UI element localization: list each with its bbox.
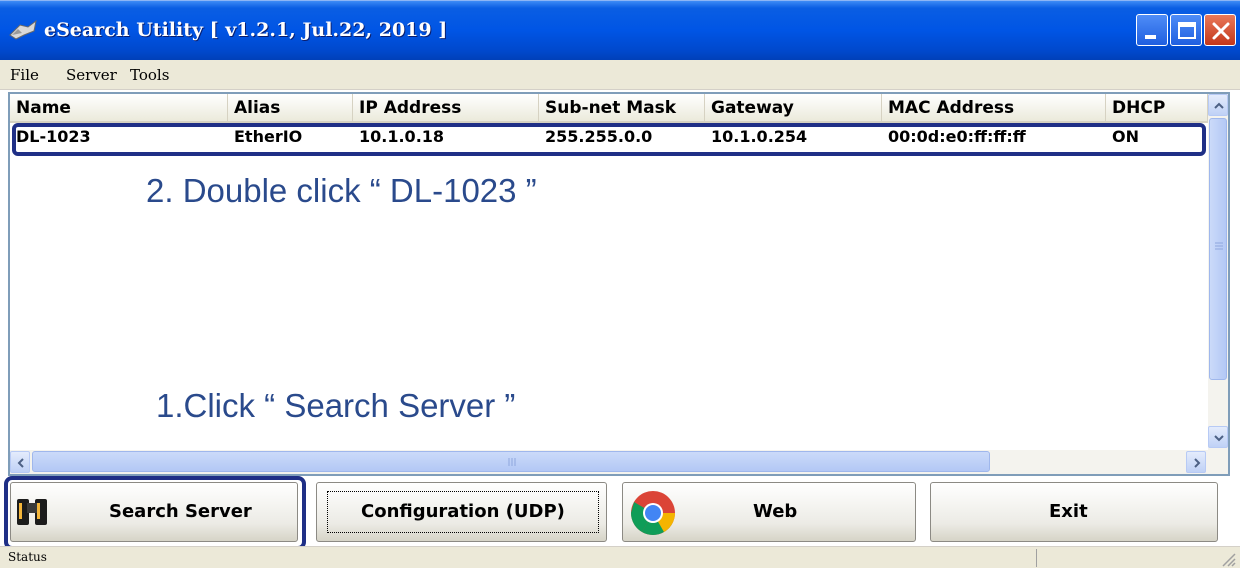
scroll-right-button[interactable] [1186, 451, 1206, 473]
close-icon [1212, 22, 1230, 40]
horizontal-scroll-thumb[interactable] [32, 451, 990, 472]
chevron-left-icon [17, 458, 24, 468]
column-header-ip-address[interactable]: IP Address [353, 94, 539, 123]
column-header-gateway[interactable]: Gateway [705, 94, 882, 123]
exit-button[interactable]: Exit [930, 482, 1218, 542]
resize-grip-icon[interactable] [1220, 551, 1236, 567]
column-header-dhcp[interactable]: DHCP [1106, 94, 1208, 123]
web-button[interactable]: Web [622, 482, 916, 542]
configuration-udp-label: Configuration (UDP) [361, 501, 565, 522]
chevron-up-icon [1214, 102, 1224, 109]
web-label: Web [753, 501, 798, 522]
close-button[interactable] [1204, 14, 1236, 46]
vertical-scroll-thumb[interactable] [1209, 118, 1227, 380]
title-bar: eSearch Utility [ v1.2.1, Jul.22, 2019 ] [0, 0, 1240, 60]
search-button-highlight-outline [4, 476, 306, 550]
annotation-step-2: 2. Double click “ DL-1023 ” [146, 172, 537, 209]
chrome-icon [631, 491, 675, 535]
grip-icon [508, 458, 516, 466]
chevron-right-icon [1194, 458, 1201, 468]
column-header-mac-address[interactable]: MAC Address [882, 94, 1106, 123]
server-list[interactable]: Name Alias IP Address Sub-net Mask Gatew… [8, 92, 1230, 476]
column-header-name[interactable]: Name [10, 94, 228, 123]
status-divider [1036, 549, 1037, 567]
grip-icon [1215, 242, 1223, 250]
annotation-step-1: 1.Click “ Search Server ” [156, 387, 516, 424]
maximize-icon [1178, 22, 1196, 39]
exit-label: Exit [1049, 501, 1088, 522]
scroll-up-button[interactable] [1208, 94, 1228, 116]
menu-bar: File Server Tools [0, 60, 1240, 90]
app-icon [9, 19, 37, 40]
status-label: Status [8, 550, 47, 564]
chevron-down-icon [1214, 435, 1224, 442]
minimize-button[interactable] [1136, 14, 1168, 46]
menu-file[interactable]: File [10, 66, 39, 84]
maximize-button[interactable] [1170, 14, 1202, 46]
column-header-alias[interactable]: Alias [228, 94, 353, 123]
menu-tools[interactable]: Tools [130, 66, 169, 84]
horizontal-scrollbar[interactable] [10, 450, 1228, 474]
configuration-udp-button[interactable]: Configuration (UDP) [316, 482, 607, 542]
vertical-scrollbar[interactable] [1208, 94, 1228, 450]
scroll-left-button[interactable] [10, 451, 30, 473]
scroll-down-button[interactable] [1208, 426, 1228, 448]
menu-server[interactable]: Server [66, 66, 117, 84]
row-highlight-outline [12, 123, 1206, 156]
minimize-icon [1145, 35, 1156, 39]
window-title: eSearch Utility [ v1.2.1, Jul.22, 2019 ] [44, 19, 448, 41]
status-bar: Status [0, 546, 1240, 568]
column-header-subnet-mask[interactable]: Sub-net Mask [539, 94, 705, 123]
